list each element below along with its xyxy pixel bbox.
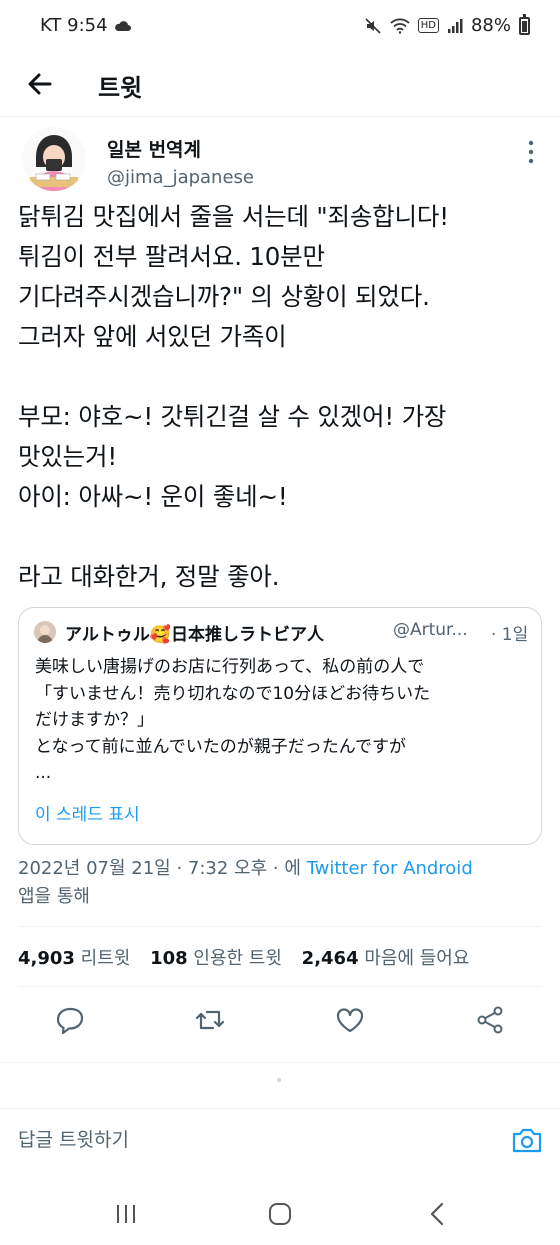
battery-icon xyxy=(519,13,530,35)
like-button[interactable] xyxy=(332,1002,368,1038)
cloud-icon xyxy=(114,20,131,31)
share-icon xyxy=(477,1006,503,1034)
likes-stat[interactable]: 2,464 마음에 들어요 xyxy=(302,948,470,969)
recent-apps-icon xyxy=(117,1205,135,1223)
tweet-datetime: 2022년 07월 21일 · 7:32 오후 · 에 xyxy=(18,858,307,879)
divider xyxy=(0,1062,560,1063)
retweets-label: 리트윗 xyxy=(80,948,131,969)
status-bar: KT 9:54 HD 88% xyxy=(0,0,560,52)
quotes-label: 인용한 트윗 xyxy=(193,948,282,969)
more-vertical-icon xyxy=(528,140,534,164)
arrow-left-icon xyxy=(28,73,52,95)
quoted-timestamp: · 1일 xyxy=(491,625,529,645)
retweet-button[interactable] xyxy=(192,1002,228,1038)
back-button[interactable] xyxy=(22,66,58,102)
reply-input[interactable]: 답글 트윗하기 xyxy=(18,1125,129,1152)
signal-icon xyxy=(447,18,463,33)
system-nav-bar xyxy=(0,1185,560,1245)
system-back-button[interactable] xyxy=(420,1199,456,1229)
divider xyxy=(18,926,542,927)
quoted-tweet[interactable]: アルトゥル🥰日本推しラトビア人 @Artur... · 1일 美味しい唐揚げのお… xyxy=(18,607,542,845)
avatar-illustration xyxy=(22,127,86,191)
tweet-stats: 4,903 리트윗 108 인용한 트윗 2,464 마음에 들어요 xyxy=(18,944,483,970)
carrier-time: KT 9:54 xyxy=(40,15,108,36)
show-thread-link[interactable]: 이 스레드 표시 xyxy=(35,800,140,825)
tweet-meta: 2022년 07월 21일 · 7:32 오후 · 에 Twitter for … xyxy=(18,855,538,911)
reply-button[interactable] xyxy=(52,1002,88,1038)
heart-icon xyxy=(336,1008,364,1033)
app-header: 트윗 xyxy=(0,52,560,117)
author-name[interactable]: 일본 번역계 xyxy=(107,135,201,162)
action-bar xyxy=(0,1002,560,1042)
quoted-text: 美味しい唐揚げのお店に行列あって、私の前の人で 「すいません！売り切れなので10… xyxy=(35,657,431,783)
tweet-text: 닭튀김 맛집에서 줄을 서는데 "죄송합니다! 튀김이 전부 팔려서요. 10분… xyxy=(18,202,449,591)
quoted-author-name: アルトゥル🥰日本推しラトビア人 xyxy=(65,625,324,645)
camera-icon xyxy=(512,1128,542,1153)
page-title: 트윗 xyxy=(98,74,143,102)
divider xyxy=(18,986,542,987)
likes-label: 마음에 들어요 xyxy=(364,948,470,969)
chevron-left-icon xyxy=(430,1202,444,1226)
recent-apps-button[interactable] xyxy=(108,1199,144,1229)
wifi-icon xyxy=(390,18,410,34)
retweets-stat[interactable]: 4,903 리트윗 xyxy=(18,948,130,969)
source-link[interactable]: Twitter for Android xyxy=(307,858,473,879)
home-icon xyxy=(269,1203,291,1225)
loading-dot xyxy=(277,1078,281,1082)
source-suffix: 앱을 통해 xyxy=(18,886,90,907)
retweet-icon xyxy=(195,1010,225,1030)
author-avatar[interactable] xyxy=(22,127,86,191)
likes-count: 2,464 xyxy=(301,948,359,969)
battery-percent: 88% xyxy=(470,15,511,36)
quoted-author-avatar xyxy=(34,621,56,643)
camera-button[interactable] xyxy=(510,1123,544,1157)
author-handle[interactable]: @jima_japanese xyxy=(107,167,254,188)
quotes-stat[interactable]: 108 인용한 트윗 xyxy=(150,948,282,969)
hd-badge: HD xyxy=(417,18,439,33)
status-left: KT 9:54 xyxy=(40,15,132,36)
more-button[interactable] xyxy=(522,137,540,167)
reply-bar: 답글 트윗하기 xyxy=(0,1108,560,1179)
comment-icon xyxy=(56,1007,84,1035)
quoted-avatar-image xyxy=(34,621,56,643)
retweets-count: 4,903 xyxy=(18,948,75,969)
status-right: HD 88% xyxy=(364,13,530,36)
quoted-author-handle: @Artur... xyxy=(393,620,468,640)
quotes-count: 108 xyxy=(150,948,188,969)
mute-icon xyxy=(365,17,381,34)
home-button[interactable] xyxy=(262,1199,298,1229)
share-button[interactable] xyxy=(472,1002,508,1038)
